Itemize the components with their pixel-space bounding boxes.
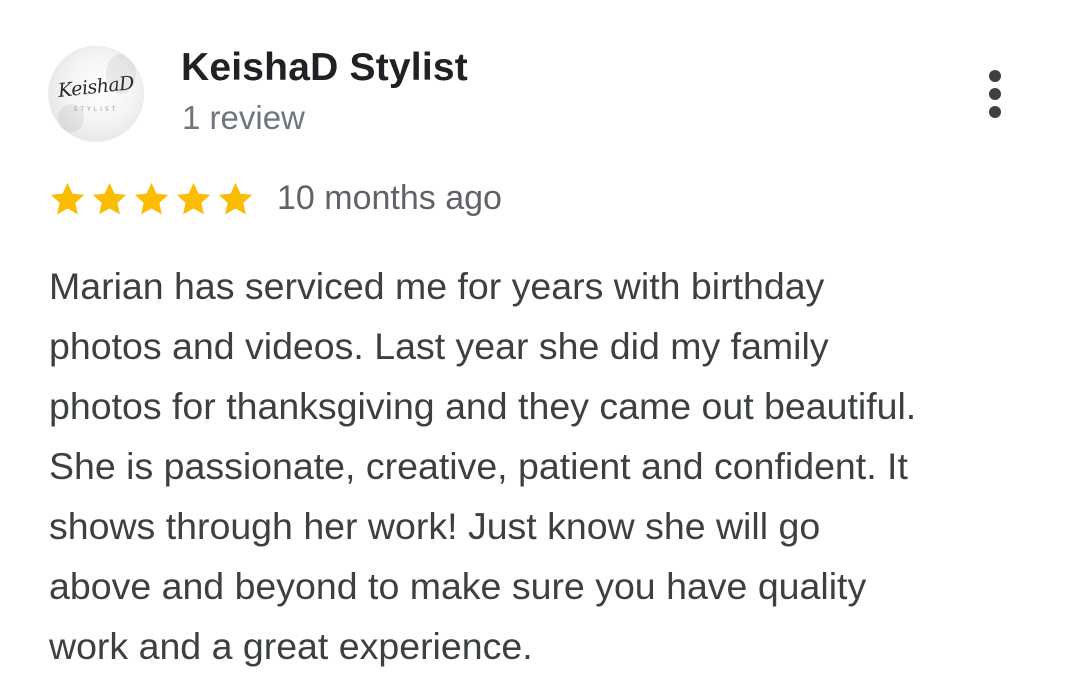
more-vert-icon: [989, 88, 1001, 100]
star-icon: [50, 182, 85, 215]
star-icon: [218, 182, 253, 215]
review-text-line: work and a great experience.: [49, 625, 533, 667]
avatar[interactable]: KeishaD STYLIST: [48, 46, 144, 142]
review-text-line: photos and videos. Last year she did my …: [49, 325, 829, 367]
review-text-line: Marian has serviced me for years with bi…: [49, 265, 825, 307]
review-text-line: shows through her work! Just know she wi…: [49, 505, 821, 547]
review-time: 10 months ago: [277, 179, 502, 217]
more-vert-icon: [989, 70, 1001, 82]
star-icon: [176, 182, 211, 215]
reviewer-review-count: 1 review: [182, 99, 305, 136]
star-icon: [92, 182, 127, 215]
review-text-line: photos for thanksgiving and they came ou…: [49, 385, 917, 427]
review-card: KeishaD STYLIST KeishaD Stylist 1 review…: [0, 0, 1080, 681]
star-icon: [134, 182, 169, 215]
avatar-logo-subtext: STYLIST: [73, 106, 119, 113]
more-vert-icon: [989, 106, 1001, 118]
review-text-line: above and beyond to make sure you have q…: [49, 565, 867, 607]
review-text: Marian has serviced me for years with bi…: [49, 256, 1049, 676]
review-text-line: She is passionate, creative, patient and…: [49, 445, 908, 487]
avatar-logo-text: KeishaD: [57, 72, 135, 102]
more-options-button[interactable]: [978, 66, 1014, 122]
reviewer-name[interactable]: KeishaD Stylist: [181, 46, 468, 90]
star-rating: [48, 180, 255, 220]
